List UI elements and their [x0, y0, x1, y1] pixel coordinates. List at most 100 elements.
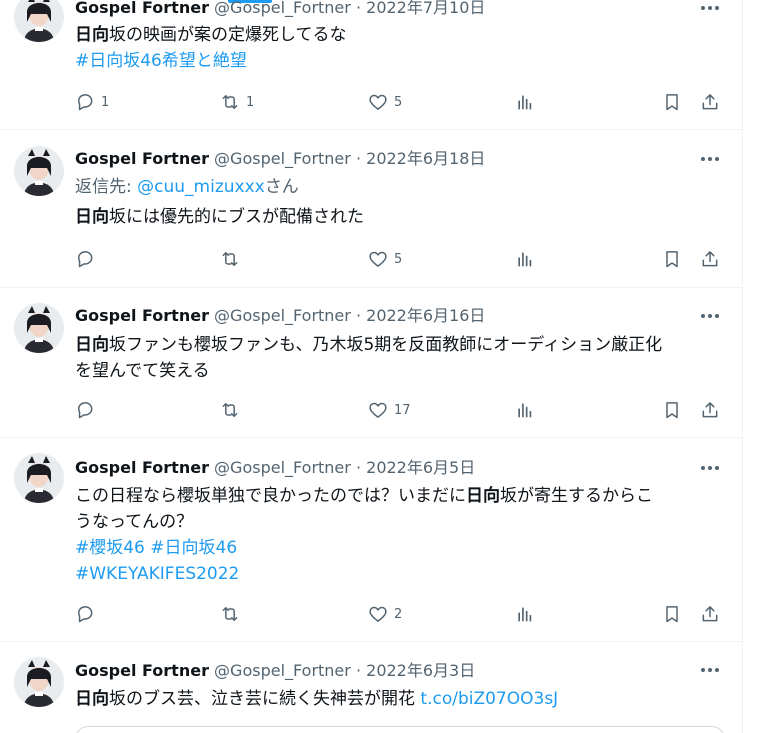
- text-segment: この日程なら櫻坂単独で良かったのでは？いまだに: [75, 486, 466, 506]
- views-button[interactable]: [515, 603, 535, 625]
- bookmark-button[interactable]: [662, 399, 682, 421]
- retweet-icon: [222, 607, 238, 621]
- tweet-actions: 1 1 5: [75, 91, 725, 113]
- heart-icon: [369, 606, 387, 622]
- reply-icon: [78, 606, 93, 623]
- author-name[interactable]: Gospel Fortner: [75, 0, 209, 17]
- author-handle[interactable]: @Gospel_Fortner: [214, 458, 351, 477]
- avatar[interactable]: [14, 146, 64, 196]
- hashtag-link[interactable]: #WKEYAKIFES2022: [75, 564, 239, 584]
- views-button[interactable]: [515, 399, 535, 421]
- text-segment: 坂の映画が案の定爆死してるな: [109, 25, 347, 45]
- like-button[interactable]: 17: [368, 399, 411, 421]
- reply-context: 返信先: @cuu_mizuxxxさん: [75, 174, 725, 200]
- tweet[interactable]: Gospel Fortner @Gospel_Fortner · 2022年6月…: [0, 288, 742, 438]
- tweet[interactable]: Gospel Fortner @Gospel_Fortner · 2022年7月…: [0, 0, 742, 130]
- avatar[interactable]: [14, 657, 64, 707]
- more-options-icon[interactable]: [698, 147, 722, 171]
- bookmark-icon: [666, 606, 678, 623]
- reply-count: 1: [101, 94, 110, 110]
- author-name[interactable]: Gospel Fortner: [75, 149, 209, 168]
- link-card-edge: [75, 726, 725, 733]
- author-handle[interactable]: @Gospel_Fortner: [214, 306, 351, 325]
- views-button[interactable]: [515, 91, 535, 113]
- reply-to-link[interactable]: @cuu_mizuxxx: [137, 177, 265, 197]
- separator: ·: [355, 661, 362, 680]
- author-handle[interactable]: @Gospel_Fortner: [214, 661, 351, 680]
- highlight-term: 日向: [75, 335, 109, 355]
- more-options-icon[interactable]: [698, 0, 722, 20]
- share-button[interactable]: [700, 603, 720, 625]
- like-count: 5: [394, 94, 403, 110]
- text-segment: 坂のブス芸、泣き芸に続く失神芸が開花: [109, 689, 421, 709]
- tweet-date[interactable]: 2022年6月3日: [366, 661, 475, 680]
- tweet[interactable]: Gospel Fortner @Gospel_Fortner · 2022年6月…: [0, 130, 742, 288]
- tweet-text: 日向坂のブス芸、泣き芸に続く失神芸が開花 t.co/biZ07OO3sJ: [75, 686, 725, 712]
- like-button[interactable]: 2: [368, 603, 402, 625]
- share-button[interactable]: [700, 91, 720, 113]
- views-button[interactable]: [515, 248, 535, 270]
- url-link[interactable]: t.co/biZ07OO3sJ: [420, 689, 558, 709]
- heart-icon: [369, 251, 387, 267]
- more-options-icon[interactable]: [698, 658, 722, 682]
- more-options-icon[interactable]: [698, 304, 722, 328]
- reply-button[interactable]: [75, 399, 95, 421]
- avatar[interactable]: [14, 453, 64, 503]
- reply-button[interactable]: 1: [75, 91, 109, 113]
- avatar[interactable]: [14, 0, 64, 42]
- tweet-date[interactable]: 2022年7月10日: [366, 0, 485, 17]
- like-count: 17: [394, 402, 411, 418]
- share-button[interactable]: [700, 399, 720, 421]
- author-name[interactable]: Gospel Fortner: [75, 661, 209, 680]
- tweet-date[interactable]: 2022年6月18日: [366, 149, 485, 168]
- separator: ·: [355, 149, 362, 168]
- highlight-term: 日向: [466, 486, 500, 506]
- retweet-icon: [222, 403, 238, 417]
- retweet-button[interactable]: [220, 248, 240, 270]
- like-count: 5: [394, 251, 403, 267]
- hashtag-link[interactable]: #櫻坂46 #日向坂46: [75, 538, 237, 558]
- retweet-button[interactable]: [220, 603, 240, 625]
- tweet-actions: 17: [75, 399, 725, 421]
- tweet-timeline[interactable]: Gospel Fortner @Gospel_Fortner · 2022年7月…: [0, 0, 743, 733]
- reply-button[interactable]: [75, 603, 95, 625]
- bookmark-button[interactable]: [662, 248, 682, 270]
- hashtag-link[interactable]: #日向坂46希望と絶望: [75, 51, 247, 71]
- like-button[interactable]: 5: [368, 91, 402, 113]
- tweet[interactable]: Gospel Fortner @Gospel_Fortner · 2022年6月…: [0, 438, 742, 642]
- bookmark-button[interactable]: [662, 91, 682, 113]
- reply-icon: [78, 251, 93, 268]
- tweet-text: 日向坂の映画が案の定爆死してるな #日向坂46希望と絶望: [75, 22, 725, 74]
- reply-suffix: さん: [264, 177, 299, 197]
- analytics-icon: [518, 95, 532, 110]
- like-button[interactable]: 5: [368, 248, 402, 270]
- author-handle[interactable]: @Gospel_Fortner: [214, 0, 351, 17]
- author-handle[interactable]: @Gospel_Fortner: [214, 149, 351, 168]
- avatar[interactable]: [14, 303, 64, 353]
- tweet-date[interactable]: 2022年6月5日: [366, 458, 475, 477]
- author-name[interactable]: Gospel Fortner: [75, 458, 209, 477]
- retweet-button[interactable]: [220, 399, 240, 421]
- reply-icon: [78, 402, 93, 419]
- tweet-actions: 2: [75, 603, 725, 625]
- tweet-date[interactable]: 2022年6月16日: [366, 306, 485, 325]
- text-segment: うなってんの？: [75, 512, 194, 532]
- bookmark-button[interactable]: [662, 603, 682, 625]
- bookmark-icon: [666, 251, 678, 268]
- author-name[interactable]: Gospel Fortner: [75, 306, 209, 325]
- tweet-header: Gospel Fortner @Gospel_Fortner · 2022年6月…: [75, 304, 485, 328]
- like-count: 2: [394, 606, 403, 622]
- retweet-button[interactable]: 1: [220, 91, 254, 113]
- retweet-icon: [222, 95, 238, 109]
- tweet-header: Gospel Fortner @Gospel_Fortner · 2022年6月…: [75, 456, 475, 480]
- tweet-text: 日向坂ファンも櫻坂ファンも、乃木坂5期を反面教師にオーディション厳正化 を望んで…: [75, 332, 725, 384]
- analytics-icon: [518, 607, 532, 622]
- more-options-icon[interactable]: [698, 456, 722, 480]
- share-icon: [702, 94, 718, 110]
- share-button[interactable]: [700, 248, 720, 270]
- tweet[interactable]: Gospel Fortner @Gospel_Fortner · 2022年6月…: [0, 642, 742, 733]
- tweet-text: 日向坂には優先的にブスが配備された: [75, 204, 725, 230]
- highlight-term: 日向: [75, 207, 109, 227]
- highlight-term: 日向: [75, 689, 109, 709]
- reply-button[interactable]: [75, 248, 95, 270]
